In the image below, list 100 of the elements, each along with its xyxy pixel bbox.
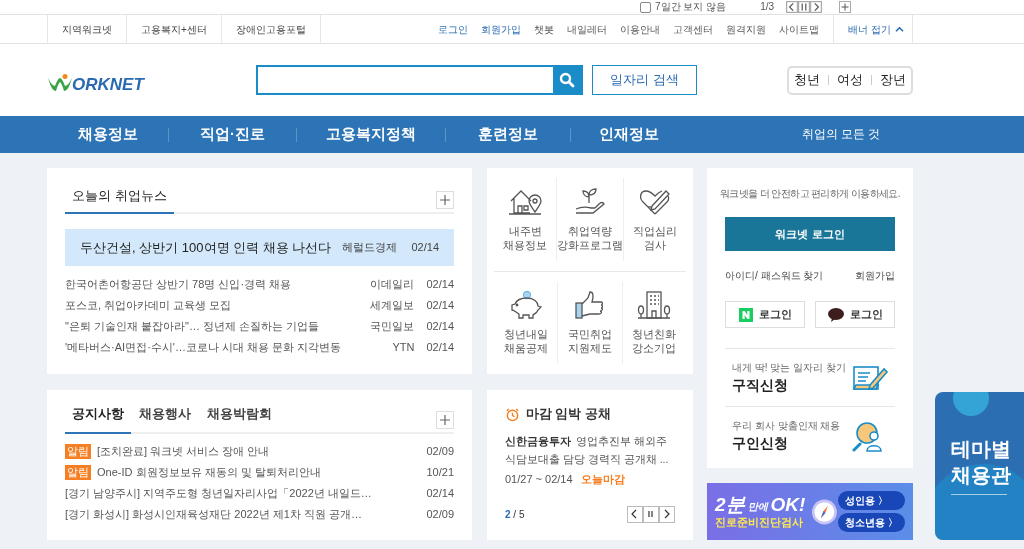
quick-menu-item[interactable]: 청년친화 강소기업 — [622, 281, 686, 364]
quick-menu-item[interactable]: 국민취업 지원제도 — [558, 281, 623, 364]
ad-headline: 만에 — [747, 502, 768, 512]
news-date: 02/14 — [426, 298, 454, 314]
side-banner-text: 채용관 — [951, 463, 1012, 488]
service-caption: 내게 딱! 맞는 일자리 찾기 — [732, 360, 846, 375]
news-link[interactable]: 한국어촌어항공단 상반기 78명 신입·경력 채용 — [65, 276, 292, 293]
notice-date: 02/14 — [426, 486, 454, 502]
notice-date: 02/09 — [426, 444, 454, 460]
service-link[interactable]: 우리 회사 맞춤인재 채용 구인신청 — [725, 406, 895, 464]
checkbox[interactable] — [640, 1, 651, 13]
ad-option-button[interactable]: 성인용 〉 — [838, 491, 905, 510]
quick-menu-item[interactable]: 취업역량 강화프로그램 — [557, 178, 624, 261]
notice-link[interactable]: [경기 남양주시] 지역주도형 청년일자리사업「2022년 내일드… — [65, 485, 372, 502]
search-icon — [559, 72, 575, 88]
service-link[interactable]: 내게 딱! 맞는 일자리 찾기 구직신청 — [725, 348, 895, 406]
pager-count: 1/3 — [760, 2, 775, 12]
news-link[interactable]: 포스코, 취업아카데미 교육생 모집 — [65, 297, 232, 314]
kakao-login-button[interactable]: 로그인 — [815, 301, 895, 328]
utility-link[interactable]: 고용복지+센터 — [127, 15, 222, 43]
search-button[interactable] — [553, 67, 581, 93]
worknet-login-button[interactable]: 워크넷 로그인 — [725, 217, 895, 251]
compass-icon — [811, 496, 839, 527]
side-banner-text: 테마별 — [951, 437, 1012, 462]
quick-menu-item[interactable]: 청년내일 채움공제 — [494, 281, 559, 364]
quick-menu-label: 내주변 — [507, 223, 543, 238]
all-menu-link[interactable]: 취업의 모든 것 — [802, 125, 881, 144]
audience-link[interactable]: 장년 — [880, 70, 906, 90]
audience-link[interactable]: 청년 — [794, 70, 820, 90]
notice-tab[interactable]: 채용박람회 — [199, 404, 280, 434]
ad-option-button[interactable]: 청소년용 〉 — [838, 513, 905, 532]
news-source: 세계일보 — [370, 298, 415, 314]
previous-icon[interactable] — [627, 506, 643, 523]
ad-headline: OK! — [770, 495, 806, 514]
notice-badge: 알림 — [65, 444, 91, 459]
quick-menu-label: 지원제도 — [568, 341, 612, 356]
theme-recruit-banner[interactable]: 테마별 채용관 — [935, 392, 1024, 540]
login-notice: 워크넷을 더 안전하고 편리하게 이용하세요. — [718, 187, 902, 201]
nav-link[interactable]: 채용정보 — [47, 123, 168, 146]
deadline-title: 마감 임박 공채 — [526, 406, 611, 423]
quick-menu-label: 강소기업 — [632, 341, 677, 356]
audience-link[interactable]: 여성 — [837, 70, 863, 90]
pause-icon[interactable] — [798, 1, 811, 13]
hide-label: 7일간 보지 않음 — [655, 2, 727, 12]
nav-link[interactable]: 훈련정보 — [446, 123, 570, 146]
more-icon[interactable] — [436, 191, 454, 209]
news-date: 02/14 — [426, 340, 454, 356]
news-link[interactable]: '메타버스·AI면접·수시'…코로나 시대 채용 문화 지각변동 — [65, 339, 342, 356]
service-title: 구인신청 — [732, 433, 789, 453]
utility-link[interactable]: 장애인고용포털 — [221, 15, 321, 43]
headline-title: 두산건설, 상반기 100여명 인력 채용 나선다 — [80, 238, 332, 257]
ad-subtitle: 진로준비진단검사 — [715, 517, 804, 528]
more-icon[interactable] — [436, 411, 454, 429]
utility-link[interactable]: 원격지원 — [726, 21, 767, 37]
next-icon[interactable] — [659, 506, 675, 523]
notice-link[interactable]: One-ID 회원정보보유 재동의 및 탈퇴처리안내 — [97, 464, 321, 481]
utility-link[interactable]: 챗봇 — [534, 21, 555, 37]
quick-menu-item[interactable]: 내주변 채용정보 — [494, 178, 557, 261]
plus-icon[interactable] — [838, 1, 853, 13]
utility-link[interactable]: 고객센터 — [673, 21, 714, 37]
sprout-hand-icon — [573, 186, 607, 217]
job-search-button[interactable]: 일자리 검색 — [592, 65, 697, 95]
search-field[interactable] — [256, 65, 583, 95]
test-ad-banner[interactable]: 2분 만에OK! 진로준비진단검사 성인용 〉 청소년용 〉 — [707, 483, 913, 540]
job-posting-link[interactable]: 신한금융투자 영업추진부 해외주식담보대출 담당 경력직 공개채 ... — [505, 431, 675, 468]
utility-link[interactable]: 사이트맵 — [779, 21, 820, 37]
utility-link[interactable]: 로그인 — [438, 21, 469, 37]
news-date: 02/14 — [426, 277, 454, 293]
nav-link[interactable]: 인재정보 — [571, 123, 687, 146]
naver-login-button[interactable]: 로그인 — [725, 301, 805, 328]
logo-mark-icon — [47, 74, 73, 94]
collapse-banner-link[interactable]: 배너 접기 — [833, 15, 913, 43]
news-source: 국민일보 — [370, 319, 415, 335]
nav-link[interactable]: 고용복지정책 — [297, 123, 445, 146]
notice-tab[interactable]: 공지사항 — [65, 404, 131, 434]
pause-icon[interactable] — [643, 506, 659, 523]
quick-menu-label: 검사 — [643, 237, 667, 252]
quick-menu-item[interactable]: 직업심리 검사 — [624, 178, 686, 261]
utility-link[interactable]: 이용안내 — [620, 21, 661, 37]
utility-link[interactable]: 회원가입 — [481, 21, 522, 37]
headline-row[interactable]: 두산건설, 상반기 100여명 인력 채용 나선다 헤럴드경제 02/14 — [65, 229, 454, 266]
piggy-bank-icon — [508, 290, 543, 321]
news-tab[interactable]: 오늘의 취업뉴스 — [65, 186, 174, 214]
news-link[interactable]: "은퇴 기술인재 붙잡아라"… 정년제 손질하는 기업들 — [65, 318, 320, 335]
nav-link[interactable]: 직업·진로 — [169, 123, 296, 146]
quick-menu-label: 청년친화 — [632, 327, 677, 342]
naver-logo-icon — [738, 307, 753, 322]
news-source: 이데일리 — [370, 277, 415, 293]
quick-menu-label: 국민취업 — [568, 327, 612, 342]
join-link[interactable]: 회원가입 — [855, 268, 895, 283]
notice-badge: 알림 — [65, 465, 91, 480]
utility-link[interactable]: 내일레터 — [567, 21, 608, 37]
utility-link[interactable]: 지역워크넷 — [48, 15, 127, 43]
logo[interactable]: ORKNET — [47, 66, 160, 94]
notice-link[interactable]: [경기 화성시] 화성시인재육성재단 2022년 제1차 직원 공개… — [65, 506, 363, 523]
quick-menu-label: 강화프로그램 — [557, 237, 623, 252]
notice-link[interactable]: [조치완료] 워크넷 서비스 장애 안내 — [97, 443, 270, 460]
notice-tab[interactable]: 채용행사 — [131, 404, 199, 434]
find-account-link[interactable]: 아이디/ 패스워드 찾기 — [725, 268, 824, 283]
quick-menu-label: 취업역량 — [567, 223, 613, 238]
